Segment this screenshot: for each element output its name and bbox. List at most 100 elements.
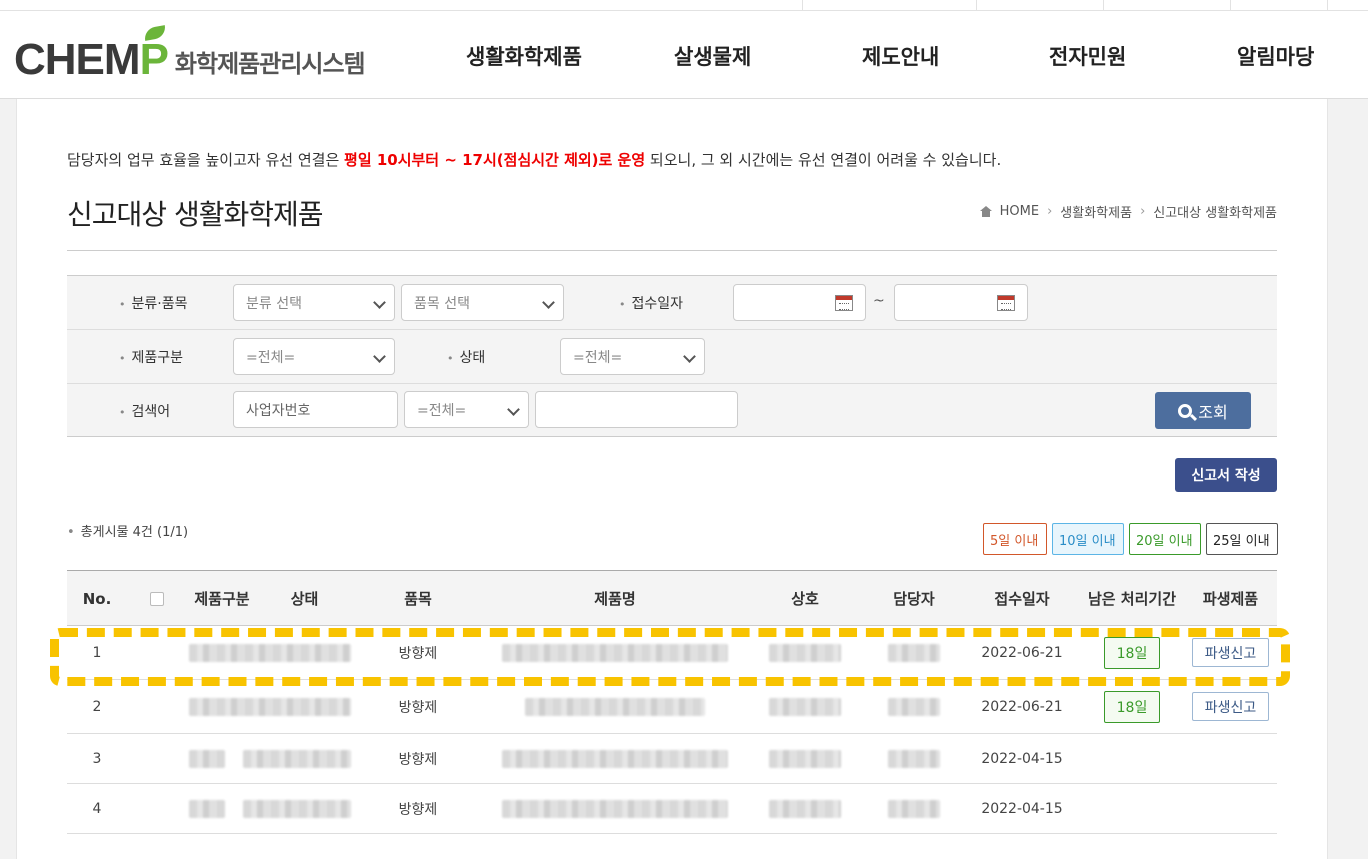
keyword-type-select[interactable]: =전체= [404, 391, 529, 428]
col-item: 품목 [404, 590, 432, 608]
row-redacted-type-status [187, 626, 352, 679]
filter-5-days[interactable]: 5일 이내 [983, 523, 1047, 555]
utility-divider [1230, 0, 1231, 11]
col-remaining-period: 남은 처리기간 [1087, 590, 1177, 608]
utility-divider [1103, 0, 1104, 11]
nav-biocides[interactable]: 살생물제 [674, 41, 751, 71]
utility-divider [976, 0, 977, 11]
filter-25-days[interactable]: 25일 이내 [1206, 523, 1278, 555]
site-logo[interactable]: CHEM P 화학제품관리시스템 [14, 25, 366, 85]
derived-report-button[interactable]: 파생신고 [1191, 692, 1270, 721]
derived-report-button[interactable]: 파생신고 [1191, 638, 1270, 667]
notice-highlight: 평일 10시부터 ~ 17시(점심시간 제외)로 운영 [344, 151, 646, 169]
date-label: 접수일자 [619, 293, 684, 313]
row-product-name[interactable] [484, 626, 746, 679]
product-type-select[interactable]: =전체= [233, 338, 395, 375]
search-icon [1178, 403, 1193, 418]
table-row[interactable]: 4 방향제 2022-04-15 [67, 784, 1277, 834]
filter-10-days[interactable]: 10일 이내 [1052, 523, 1124, 555]
row-remaining [1080, 784, 1184, 833]
table-row[interactable]: 3 방향제 2022-04-15 [67, 734, 1277, 784]
breadcrumb-level1[interactable]: 생활화학제품 [1060, 202, 1132, 221]
item-select[interactable]: 품목 선택 [401, 284, 564, 321]
total-count: 총게시물 4건 (1/1) [67, 521, 188, 540]
table-row[interactable]: 1 방향제 2022-06-21 18일 파생신고 [67, 626, 1277, 680]
keyword-field-value: 사업자번호 [246, 402, 311, 419]
search-button-label: 조회 [1198, 402, 1228, 422]
row-remaining [1080, 734, 1184, 783]
main-content: 담당자의 업무 효율을 높이고자 유선 연결은 평일 10시부터 ~ 17시(점… [16, 99, 1328, 859]
item-select-value: 품목 선택 [414, 295, 470, 312]
row-product-name[interactable] [484, 784, 746, 833]
keyword-field-select[interactable]: 사업자번호 [233, 391, 398, 428]
nav-system-guide[interactable]: 제도안내 [862, 41, 939, 71]
row-manager [864, 626, 964, 679]
col-no: No. [82, 589, 112, 608]
row-no: 1 [92, 644, 102, 661]
status-label: 상태 [447, 347, 486, 367]
select-all-checkbox[interactable] [150, 591, 164, 606]
filter-20-days[interactable]: 20일 이내 [1129, 523, 1201, 555]
redacted-block [769, 643, 841, 662]
redacted-block [888, 697, 940, 716]
write-report-button[interactable]: 신고서 작성 [1175, 458, 1277, 492]
redacted-block [769, 749, 841, 768]
nav-household-chemicals[interactable]: 생활화학제품 [466, 41, 582, 71]
product-type-label: 제품구분 [119, 347, 184, 367]
redacted-block [502, 799, 728, 818]
row-redacted-type-status [187, 734, 352, 783]
row-product-name[interactable] [484, 680, 746, 733]
redacted-block [188, 643, 351, 662]
row-derived [1184, 784, 1277, 833]
redacted-block [242, 799, 351, 818]
row-date: 2022-06-21 [981, 644, 1063, 661]
logo-brand: CHEM [14, 35, 141, 84]
breadcrumb-home[interactable]: HOME [1000, 204, 1039, 219]
row-company [746, 626, 864, 679]
product-table: No. 제품구분 상태 품목 제품명 상호 담당자 접수일자 남은 처리기간 파… [67, 570, 1277, 834]
notice-text-end: 되오니, 그 외 시간에는 유선 연결이 어려울 수 있습니다. [645, 151, 1002, 169]
search-row-category: 분류·품목 분류 선택 품목 선택 접수일자 ~ [67, 276, 1277, 330]
nav-notice-board[interactable]: 알림마당 [1237, 41, 1314, 71]
col-manager: 담당자 [893, 590, 935, 608]
status-select[interactable]: =전체= [560, 338, 705, 375]
keyword-input[interactable] [535, 391, 738, 428]
status-value: =전체= [573, 349, 623, 366]
date-to-field[interactable] [894, 284, 1028, 321]
redacted-block [769, 697, 841, 716]
search-button[interactable]: 조회 [1155, 392, 1251, 429]
row-product-name[interactable] [484, 734, 746, 783]
breadcrumb-level2[interactable]: 신고대상 생활화학제품 [1153, 202, 1277, 221]
calendar-icon[interactable] [835, 295, 853, 311]
date-from-field[interactable] [733, 284, 866, 321]
row-company [746, 784, 864, 833]
category-select[interactable]: 분류 선택 [233, 284, 395, 321]
product-type-value: =전체= [246, 349, 296, 366]
table-row[interactable]: 2 방향제 2022-06-21 18일 파생신고 [67, 680, 1277, 734]
utility-divider [1327, 0, 1328, 11]
calendar-icon[interactable] [997, 295, 1015, 311]
page-title: 신고대상 생활화학제품 [67, 198, 324, 231]
search-row-type: 제품구분 =전체= 상태 =전체= [67, 330, 1277, 384]
chevron-right-icon: › [1140, 204, 1146, 219]
col-product-type: 제품구분 [194, 590, 250, 608]
row-manager [864, 680, 964, 733]
phone-notice: 담당자의 업무 효율을 높이고자 유선 연결은 평일 10시부터 ~ 17시(점… [67, 149, 1001, 170]
redacted-block [242, 749, 351, 768]
row-date: 2022-04-15 [981, 750, 1063, 767]
redacted-block [188, 749, 225, 768]
col-product-name: 제품명 [594, 590, 636, 608]
remaining-days-badge: 18일 [1103, 690, 1161, 723]
col-received-date: 접수일자 [994, 590, 1050, 608]
row-date: 2022-04-15 [981, 800, 1063, 817]
category-select-value: 분류 선택 [246, 295, 302, 312]
nav-e-civil[interactable]: 전자민원 [1049, 41, 1126, 71]
notice-text: 담당자의 업무 효율을 높이고자 유선 연결은 [67, 151, 345, 169]
row-remaining: 18일 [1080, 680, 1184, 733]
redacted-block [888, 799, 940, 818]
col-status: 상태 [290, 590, 319, 608]
logo-brand-p: P [140, 25, 169, 85]
row-item: 방향제 [398, 645, 438, 662]
row-company [746, 680, 864, 733]
col-company: 상호 [791, 590, 819, 608]
